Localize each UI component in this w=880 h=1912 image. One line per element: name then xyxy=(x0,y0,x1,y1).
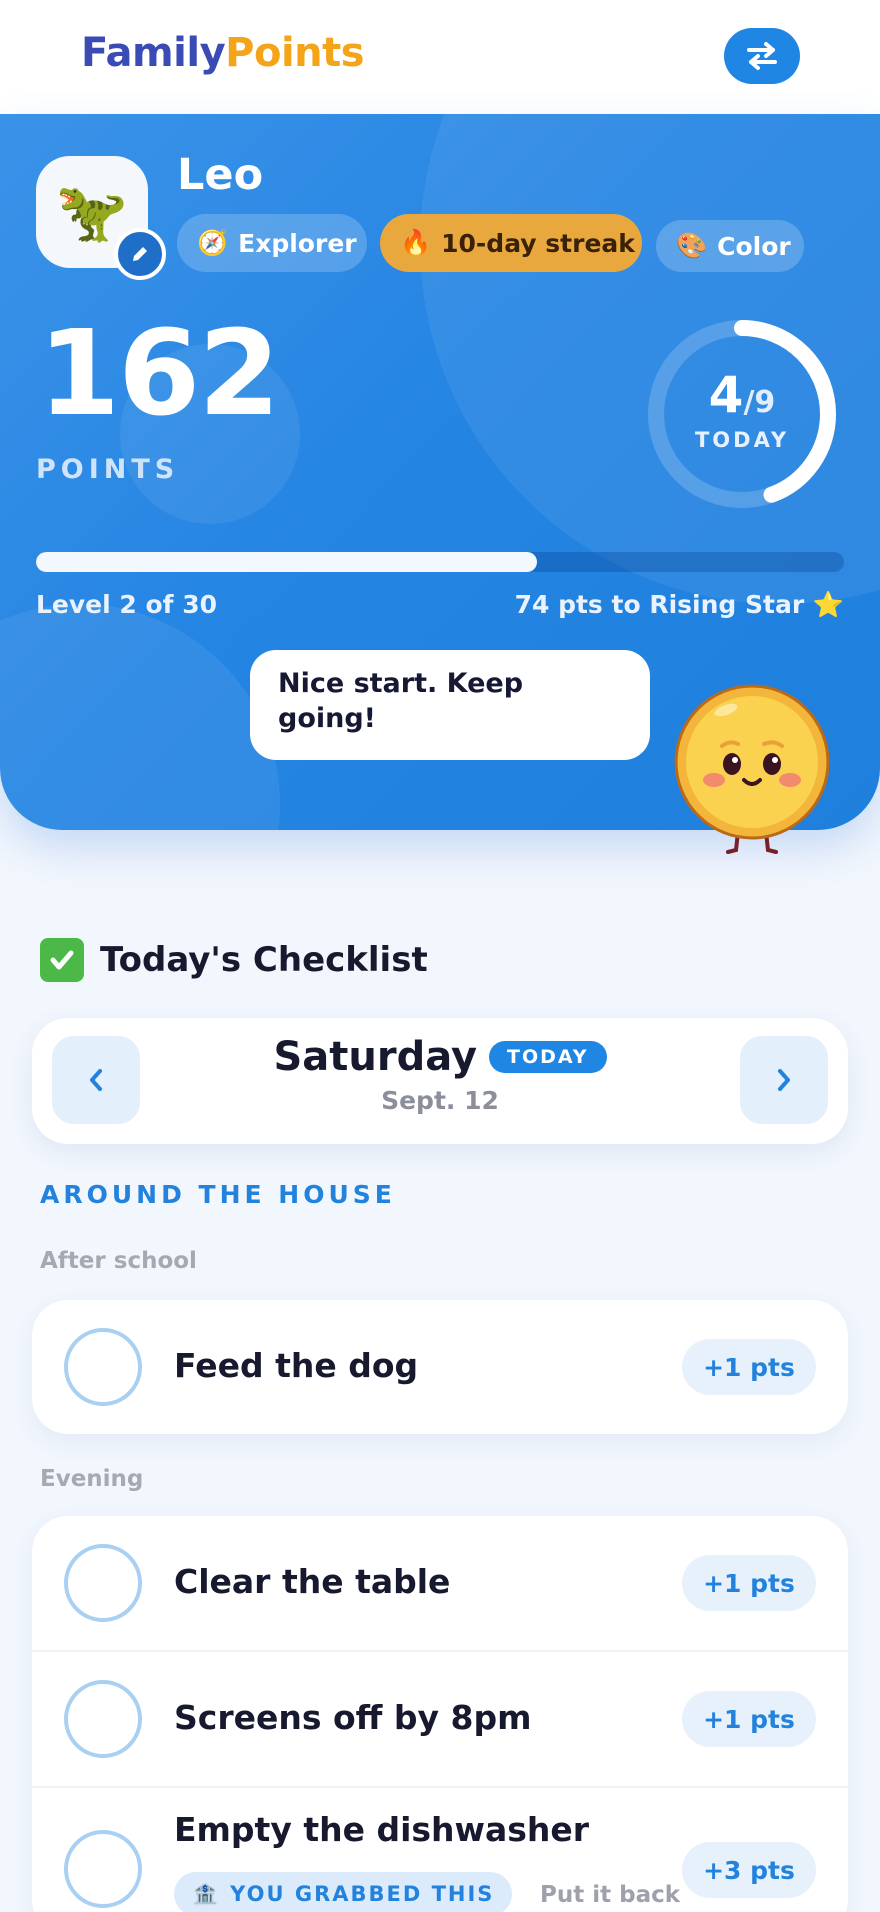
badge-label: Color xyxy=(717,231,791,261)
app-logo: FamilyPoints xyxy=(81,30,365,76)
today-progress-ring: 4/9 TODAY xyxy=(642,314,842,514)
edit-avatar-button[interactable] xyxy=(114,228,166,280)
fire-icon: 🔥 xyxy=(400,228,432,257)
today-total: /9 xyxy=(743,385,776,420)
brand-family: Family xyxy=(81,30,226,76)
day-name: Saturday xyxy=(273,1034,478,1080)
task-points-badge: +1 pts xyxy=(682,1555,816,1611)
task-name: Feed the dog xyxy=(174,1346,419,1385)
day-title: Saturday TODAY xyxy=(32,1034,848,1080)
check-mark-icon xyxy=(40,938,84,982)
badge-label: Explorer xyxy=(238,228,357,258)
badge-streak[interactable]: 🔥 10-day streak xyxy=(380,214,642,272)
next-level-text: 74 pts to Rising Star ⭐ xyxy=(514,590,844,619)
today-count: 4/9 xyxy=(642,366,842,424)
today-done: 4 xyxy=(708,366,744,424)
today-label: TODAY xyxy=(694,428,790,452)
checklist-heading: Today's Checklist xyxy=(40,938,428,982)
swap-arrows-icon xyxy=(747,42,777,70)
checklist-title: Today's Checklist xyxy=(100,940,428,980)
badge-label: 10-day streak xyxy=(441,228,635,258)
task-row[interactable]: Clear the table +1 pts xyxy=(32,1516,848,1650)
switch-profile-button[interactable] xyxy=(724,28,800,84)
task-group-card: Clear the table +1 pts Screens off by 8p… xyxy=(32,1516,848,1912)
bank-icon: 🏦 xyxy=(192,1881,221,1906)
points-label: POINTS xyxy=(36,454,180,485)
compass-icon: 🧭 xyxy=(197,228,229,257)
brand-points: Points xyxy=(225,30,365,76)
task-points-badge: +3 pts xyxy=(682,1842,816,1898)
time-group-label: After school xyxy=(40,1248,197,1274)
level-text: Level 2 of 30 xyxy=(36,590,218,619)
chevron-right-icon xyxy=(778,1069,790,1091)
grabbed-badge: 🏦 YOU GRABBED THIS xyxy=(174,1872,513,1912)
task-row[interactable]: Screens off by 8pm +1 pts xyxy=(32,1652,848,1786)
grabbed-label: YOU GRABBED THIS xyxy=(230,1882,495,1906)
area-label: AROUND THE HOUSE xyxy=(40,1180,396,1209)
today-badge: TODAY xyxy=(489,1041,607,1073)
task-name: Clear the table xyxy=(174,1562,451,1601)
task-points-badge: +1 pts xyxy=(682,1691,816,1747)
points-total: 162 xyxy=(38,304,280,442)
top-bar: FamilyPoints xyxy=(0,0,880,114)
badge-color[interactable]: 🎨 Color xyxy=(656,220,804,272)
badge-explorer[interactable]: 🧭 Explorer xyxy=(177,214,367,272)
palette-icon: 🎨 xyxy=(676,231,708,260)
task-row[interactable]: Empty the dishwasher 🏦 YOU GRABBED THIS … xyxy=(32,1788,848,1912)
decor-blob xyxy=(0,604,280,830)
mascot-speech-bubble: Nice start. Keep going! xyxy=(250,650,650,760)
coin-mascot-icon xyxy=(674,684,830,854)
level-progress-bar xyxy=(36,552,844,572)
day-selector: Saturday TODAY Sept. 12 xyxy=(32,1018,848,1144)
task-row[interactable]: Feed the dog +1 pts xyxy=(32,1300,848,1434)
task-name: Empty the dishwasher xyxy=(174,1810,590,1849)
day-date: Sept. 12 xyxy=(381,1086,499,1115)
next-day-button[interactable] xyxy=(740,1036,828,1124)
task-checkbox[interactable] xyxy=(64,1680,142,1758)
task-checkbox[interactable] xyxy=(64,1544,142,1622)
task-checkbox[interactable] xyxy=(64,1830,142,1908)
profile-name: Leo xyxy=(177,150,264,200)
task-group-card: Feed the dog +1 pts xyxy=(32,1300,848,1434)
pencil-icon xyxy=(133,247,147,261)
task-name: Screens off by 8pm xyxy=(174,1698,532,1737)
task-checkbox[interactable] xyxy=(64,1328,142,1406)
task-points-badge: +1 pts xyxy=(682,1339,816,1395)
t-rex-icon: 🦖 xyxy=(55,177,129,246)
time-group-label: Evening xyxy=(40,1466,144,1492)
put-back-link[interactable]: Put it back xyxy=(540,1882,680,1908)
level-progress-fill xyxy=(36,552,537,572)
